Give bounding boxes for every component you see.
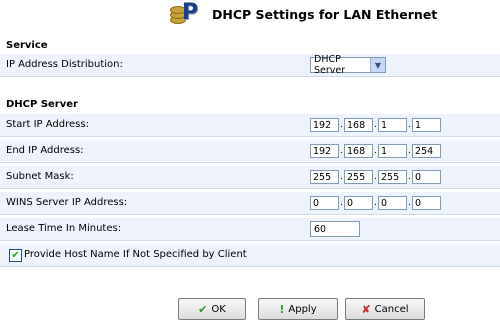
- wins-octet-3[interactable]: [378, 196, 407, 210]
- provide-host-row: ✔ Provide Host Name If Not Specified by …: [0, 244, 500, 267]
- wins-octet-1[interactable]: [310, 196, 339, 210]
- exclamation-icon: !: [279, 302, 285, 316]
- start-ip-octet-2[interactable]: [344, 118, 373, 132]
- page-title: DHCP Settings for LAN Ethernet: [212, 6, 438, 22]
- wins-octet-4[interactable]: [412, 196, 441, 210]
- cancel-label: Cancel: [374, 303, 409, 315]
- wins-octet-2[interactable]: [344, 196, 373, 210]
- lease-input[interactable]: [310, 221, 360, 237]
- subnet-row: Subnet Mask: . . .: [0, 166, 500, 189]
- end-ip-octet-4[interactable]: [412, 144, 441, 158]
- close-icon: ✘: [361, 302, 371, 316]
- subnet-octet-3[interactable]: [378, 170, 407, 184]
- ip-distribution-select[interactable]: DHCP Server ▼: [310, 54, 386, 76]
- end-ip-label: End IP Address:: [6, 145, 84, 156]
- subnet-label: Subnet Mask:: [6, 171, 74, 182]
- check-icon: ✔: [198, 302, 208, 316]
- apply-label: Apply: [288, 303, 317, 315]
- chevron-down-icon[interactable]: ▼: [370, 58, 385, 72]
- start-ip-label: Start IP Address:: [6, 119, 89, 130]
- start-ip-row: Start IP Address: . . .: [0, 114, 500, 137]
- lease-row: Lease Time In Minutes:: [0, 218, 500, 241]
- end-ip-octet-1[interactable]: [310, 144, 339, 158]
- start-ip-field: . . .: [310, 117, 441, 133]
- ok-button[interactable]: ✔ OK: [178, 298, 246, 320]
- page-header: P DHCP Settings for LAN Ethernet: [170, 0, 437, 28]
- apply-button[interactable]: ! Apply: [258, 298, 338, 320]
- ip-distribution-label: IP Address Distribution:: [6, 59, 123, 70]
- subnet-octet-1[interactable]: [310, 170, 339, 184]
- end-ip-field: . . .: [310, 143, 441, 159]
- wins-row: WINS Server IP Address: . . .: [0, 192, 500, 215]
- dhcp-section-title: DHCP Server: [6, 99, 78, 110]
- start-ip-octet-1[interactable]: [310, 118, 339, 132]
- wins-label: WINS Server IP Address:: [6, 197, 128, 208]
- end-ip-octet-3[interactable]: [378, 144, 407, 158]
- subnet-octet-4[interactable]: [412, 170, 441, 184]
- wins-field: . . .: [310, 195, 441, 211]
- cancel-button[interactable]: ✘ Cancel: [345, 298, 425, 320]
- lease-label: Lease Time In Minutes:: [6, 223, 122, 234]
- subnet-octet-2[interactable]: [344, 170, 373, 184]
- service-section-title: Service: [6, 40, 48, 51]
- database-p-icon: P: [170, 2, 206, 26]
- provide-host-label[interactable]: Provide Host Name If Not Specified by Cl…: [24, 249, 247, 260]
- end-ip-octet-2[interactable]: [344, 144, 373, 158]
- ok-label: OK: [211, 303, 226, 315]
- subnet-field: . . .: [310, 169, 441, 185]
- start-ip-octet-3[interactable]: [378, 118, 407, 132]
- start-ip-octet-4[interactable]: [412, 118, 441, 132]
- ip-distribution-row: IP Address Distribution: DHCP Server ▼: [0, 54, 500, 77]
- ip-distribution-value: DHCP Server: [314, 54, 346, 76]
- provide-host-checkbox[interactable]: ✔: [9, 249, 22, 262]
- end-ip-row: End IP Address: . . .: [0, 140, 500, 163]
